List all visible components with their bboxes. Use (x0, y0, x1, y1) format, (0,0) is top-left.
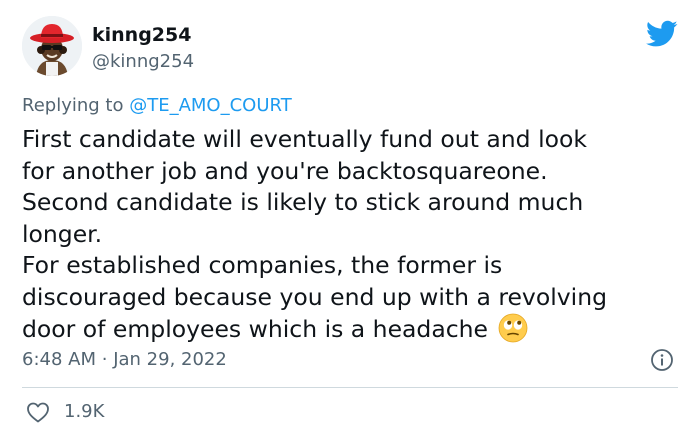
user-handle[interactable]: @kinng254 (92, 51, 194, 73)
meta-separator: · (101, 349, 108, 370)
tweet-meta: 6:48 AM · Jan 29, 2022 (22, 348, 678, 374)
display-name[interactable]: kinng254 (92, 24, 194, 46)
tweet-timestamp[interactable]: 6:48 AM · Jan 29, 2022 (22, 349, 227, 370)
divider (22, 387, 678, 388)
tweet-line: Second candidate is likely to stick arou… (22, 188, 584, 216)
user-names: kinng254 @kinng254 (92, 24, 194, 73)
tweet-date: Jan 29, 2022 (113, 349, 227, 370)
heart-outline-icon[interactable] (26, 401, 50, 423)
tweet-line: discouraged because you end up with a re… (22, 282, 607, 311)
face-with-rolling-eyes-icon (498, 313, 527, 343)
tweet-line: longer. (22, 219, 103, 248)
tweet-line: For established companies, the former is (22, 251, 503, 279)
tweet-line-last: door of employees which is a headache (22, 313, 682, 346)
like-count: 1.9K (64, 401, 105, 422)
replying-to-label: Replying to (22, 95, 124, 116)
tweet-line: for another job and you're backtosquareo… (22, 156, 548, 185)
tweet-time: 6:48 AM (22, 349, 96, 370)
avatar-red-hat-icon (22, 16, 82, 76)
tweet-actions: 1.9K (22, 400, 104, 424)
tweet-header: kinng254 @kinng254 (22, 16, 678, 80)
replying-to: Replying to @TE_AMO_COURT (22, 95, 292, 117)
tweet-line: door of employees which is a headache (22, 315, 489, 343)
info-icon[interactable] (650, 348, 674, 372)
reply-mention-link[interactable]: @TE_AMO_COURT (129, 95, 291, 116)
twitter-bird-icon[interactable] (646, 20, 678, 48)
tweet-text: First candidate will eventually fund out… (22, 124, 682, 346)
tweet-line: First candidate will eventually fund out… (22, 125, 587, 153)
avatar[interactable] (22, 16, 82, 76)
